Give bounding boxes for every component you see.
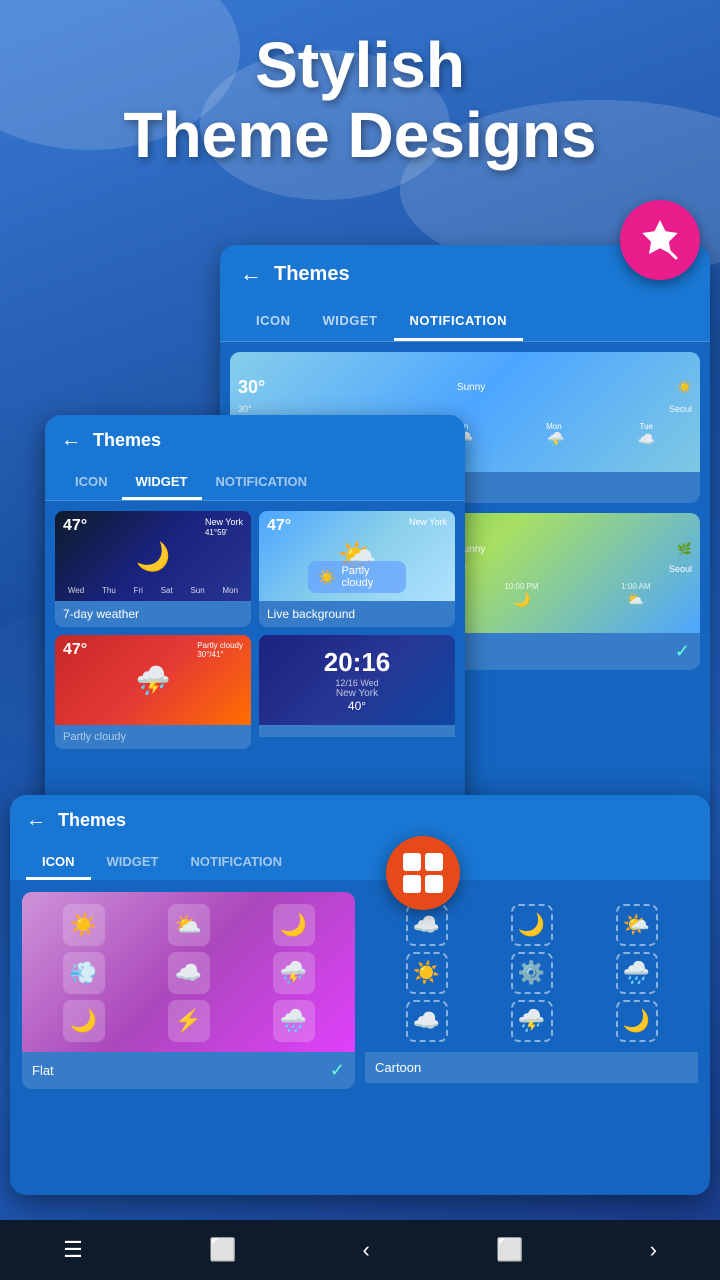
icon-cartoon-partly: 🌤️	[616, 904, 658, 946]
icon-partly-cloudy: ⛅	[168, 904, 210, 946]
front-panel-header: ← Themes	[10, 795, 710, 846]
mid-card-storm-label: Partly cloudy	[55, 725, 251, 749]
storm-icon: ⛈️	[136, 664, 171, 697]
hourly-graph-checkmark: ✓	[675, 641, 690, 662]
temp-overlay-3: 47°	[63, 641, 87, 659]
temp-overlay-2: 47°	[267, 517, 291, 535]
back-panel-back-button[interactable]: ←	[240, 261, 262, 287]
icon-wind: 💨	[63, 952, 105, 994]
mid-card-night-city[interactable]: 20:16 12/16 Wed New York 40°	[259, 635, 455, 749]
mid-card-live-bg-thumb: 🌤️ 47° New York ☀️ Partly cloudy	[259, 511, 455, 601]
flat-theme-preview: ☀️ ⛅ 🌙 💨 ☁️ ⛈️ 🌙 ⚡ 🌧️	[22, 892, 355, 1052]
front-panel-icon-themes: ☀️ ⛅ 🌙 💨 ☁️ ⛈️ 🌙 ⚡ 🌧️ Flat ✓ ☁️ 🌙 🌤️ ☀️	[10, 880, 710, 1101]
mid-card-seven-day-thumb: 🌙 47° New York41°59' WedThuFriSatSunMon	[55, 511, 251, 601]
fab-grid-icon	[403, 853, 443, 893]
flat-theme-label: Flat ✓	[22, 1052, 355, 1089]
front-panel-tab-widget[interactable]: WIDGET	[91, 846, 175, 880]
mid-panel-tabs: ICON WIDGET NOTIFICATION	[45, 466, 465, 501]
icon-cartoon-gear: ⚙️	[511, 952, 553, 994]
icon-cartoon-cloud2: ☁️	[406, 1000, 448, 1042]
front-panel-tab-notification[interactable]: NOTIFICATION	[175, 846, 298, 880]
icon-moon-flat: 🌙	[273, 904, 315, 946]
star-icon	[636, 216, 684, 264]
icon-lightning: ⚡	[168, 1000, 210, 1042]
nav-home-button[interactable]: ⬜	[209, 1237, 236, 1263]
mid-panel-title: Themes	[93, 430, 161, 451]
fab-square-2	[425, 853, 443, 871]
front-themes-panel: ← Themes ICON WIDGET NOTIFICATION ☀️ ⛅ 🌙…	[10, 795, 710, 1195]
mid-card-storm-thumb: ⛈️ 47° Partly cloudy30°/41°	[55, 635, 251, 725]
icon-cartoon-storm: ⛈️	[511, 1000, 553, 1042]
fab-grid-button[interactable]	[386, 836, 460, 910]
icon-sun: ☀️	[63, 904, 105, 946]
mid-panel-cards: 🌙 47° New York41°59' WedThuFriSatSunMon …	[45, 501, 465, 759]
nav-menu-button[interactable]: ☰	[63, 1237, 83, 1263]
icon-cloud: ☁️	[168, 952, 210, 994]
mid-panel-header: ← Themes	[45, 415, 465, 466]
partly-cloudy-widget: ☀️ Partly cloudy	[308, 561, 406, 593]
flat-theme-card[interactable]: ☀️ ⛅ 🌙 💨 ☁️ ⛈️ 🌙 ⚡ 🌧️ Flat ✓	[22, 892, 355, 1089]
mid-themes-panel: ← Themes ICON WIDGET NOTIFICATION 🌙 47° …	[45, 415, 465, 835]
nav-forward-button[interactable]: ›	[650, 1237, 657, 1263]
mid-card-night-city-label	[259, 725, 455, 737]
nav-back-button[interactable]: ‹	[363, 1237, 370, 1263]
mid-card-night-city-thumb: 20:16 12/16 Wed New York 40°	[259, 635, 455, 725]
nav-bar: ☰ ⬜ ‹ ⬜ ›	[0, 1220, 720, 1280]
mid-panel-back-button[interactable]: ←	[61, 429, 81, 452]
location-overlay-2: New York	[409, 517, 447, 527]
front-panel-tabs: ICON WIDGET NOTIFICATION	[10, 846, 710, 880]
mid-panel-tab-notification[interactable]: NOTIFICATION	[202, 466, 321, 500]
temp-overlay-1: 47°	[63, 517, 87, 535]
mid-card-live-bg-label: Live background	[259, 601, 455, 627]
mid-card-live-bg[interactable]: 🌤️ 47° New York ☀️ Partly cloudy Live ba…	[259, 511, 455, 627]
icon-cartoon-sun: ☀️	[406, 952, 448, 994]
cartoon-theme-preview: ☁️ 🌙 🌤️ ☀️ ⚙️ 🌧️ ☁️ ⛈️ 🌙	[365, 892, 698, 1052]
icon-storm-flat: ⛈️	[273, 952, 315, 994]
mid-card-storm[interactable]: ⛈️ 47° Partly cloudy30°/41° Partly cloud…	[55, 635, 251, 749]
front-panel-tab-icon[interactable]: ICON	[26, 846, 91, 880]
fab-square-4	[425, 875, 443, 893]
front-panel-title: Themes	[58, 810, 126, 831]
back-panel-tab-notification[interactable]: NOTIFICATION	[394, 303, 523, 341]
back-panel-tab-widget[interactable]: WIDGET	[307, 303, 394, 341]
front-panel-back-button[interactable]: ←	[26, 809, 46, 832]
icon-crescent: 🌙	[63, 1000, 105, 1042]
icon-cartoon-moon2: 🌙	[616, 1000, 658, 1042]
back-panel-tab-icon[interactable]: ICON	[240, 303, 307, 341]
mid-panel-tab-widget[interactable]: WIDGET	[122, 466, 202, 500]
flat-theme-checkmark: ✓	[330, 1060, 345, 1081]
icon-cartoon-rain: 🌧️	[616, 952, 658, 994]
fab-square-1	[403, 853, 421, 871]
mid-card-seven-day-label: 7-day weather	[55, 601, 251, 627]
back-panel-tabs: ICON WIDGET NOTIFICATION	[220, 303, 710, 342]
fab-square-3	[403, 875, 421, 893]
moon-icon: 🌙	[136, 540, 171, 573]
mid-panel-tab-icon[interactable]: ICON	[61, 466, 122, 500]
mid-card-seven-day[interactable]: 🌙 47° New York41°59' WedThuFriSatSunMon …	[55, 511, 251, 627]
star-badge[interactable]	[620, 200, 700, 280]
icon-cartoon-moon: 🌙	[511, 904, 553, 946]
location-overlay-1: New York41°59'	[205, 517, 243, 537]
nav-recents-button[interactable]: ⬜	[496, 1237, 523, 1263]
icon-rain-flat: 🌧️	[273, 1000, 315, 1042]
back-panel-title: Themes	[274, 263, 350, 286]
location-overlay-3: Partly cloudy30°/41°	[197, 641, 243, 659]
page-title: Stylish Theme Designs	[0, 30, 720, 171]
icon-cartoon-cloud1: ☁️	[406, 904, 448, 946]
cartoon-theme-label: Cartoon	[365, 1052, 698, 1083]
cartoon-theme-card[interactable]: ☁️ 🌙 🌤️ ☀️ ⚙️ 🌧️ ☁️ ⛈️ 🌙 Cartoon	[365, 892, 698, 1089]
